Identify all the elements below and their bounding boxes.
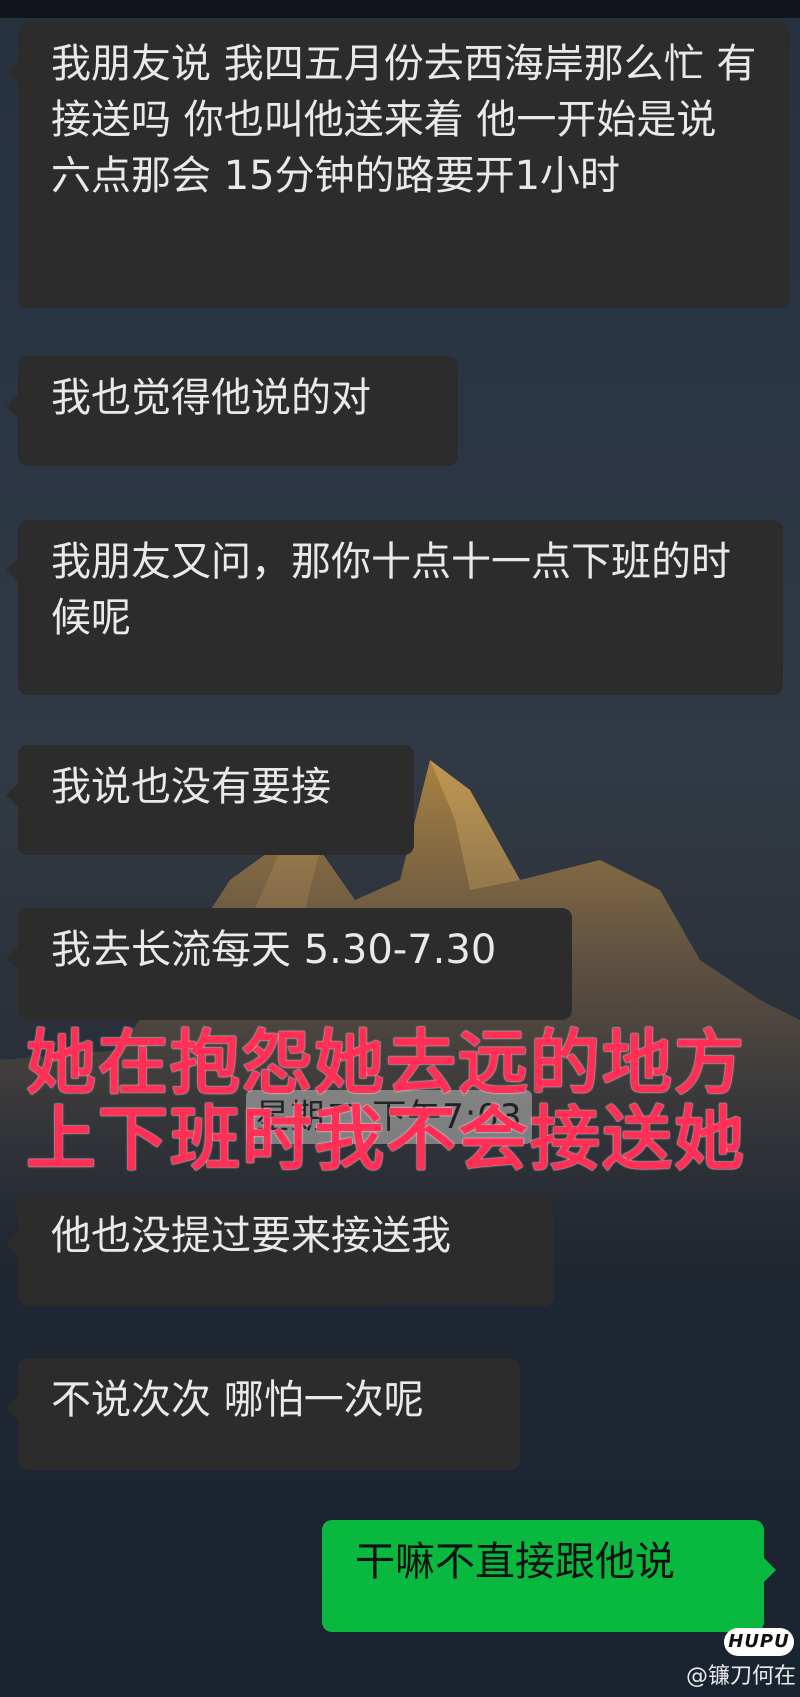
message-bubble-6: 他也没提过要来接送我 (6, 1194, 554, 1306)
message-bubble-2: 我也觉得他说的对 (6, 356, 458, 466)
message-text-5: 我去长流每天 5.30-7.30 (51, 927, 497, 973)
message-text-8: 干嘛不直接跟他说 (355, 1539, 675, 1585)
hupu-logo: HUPU (724, 1628, 794, 1656)
message-bubble-1: 我朋友说 我四五月份去西海岸那么忙 有接送吗 你也叫他送来着 他一开始是说 六点… (6, 22, 790, 308)
message-text-1: 我朋友说 我四五月份去西海岸那么忙 有接送吗 你也叫他送来着 他一开始是说 六点… (51, 41, 757, 199)
message-text-6: 他也没提过要来接送我 (51, 1213, 451, 1259)
chat-screen: 我朋友说 我四五月份去西海岸那么忙 有接送吗 你也叫他送来着 他一开始是说 六点… (0, 0, 800, 1697)
message-bubble-5: 我去长流每天 5.30-7.30 (6, 908, 572, 1020)
message-text-2: 我也觉得他说的对 (51, 375, 371, 421)
message-bubble-3: 我朋友又问，那你十点十一点下班的时候呢 (6, 520, 783, 695)
message-text-4: 我说也没有要接 (51, 764, 331, 810)
message-text-3: 我朋友又问，那你十点十一点下班的时候呢 (51, 539, 731, 641)
watermark-author: @镰刀何在 (686, 1664, 797, 1689)
annotation-line-1: 她在抱怨她去远的地方 (26, 1022, 746, 1104)
message-bubble-8: 干嘛不直接跟他说 (322, 1520, 776, 1632)
annotation-overlay: 她在抱怨她去远的地方 上下班时我不会接送她 (26, 1025, 786, 1177)
status-bar (0, 0, 800, 18)
message-text-7: 不说次次 哪怕一次呢 (51, 1377, 424, 1423)
message-bubble-4: 我说也没有要接 (6, 745, 414, 855)
annotation-line-2: 上下班时我不会接送她 (26, 1098, 746, 1180)
message-bubble-7: 不说次次 哪怕一次呢 (6, 1358, 520, 1470)
